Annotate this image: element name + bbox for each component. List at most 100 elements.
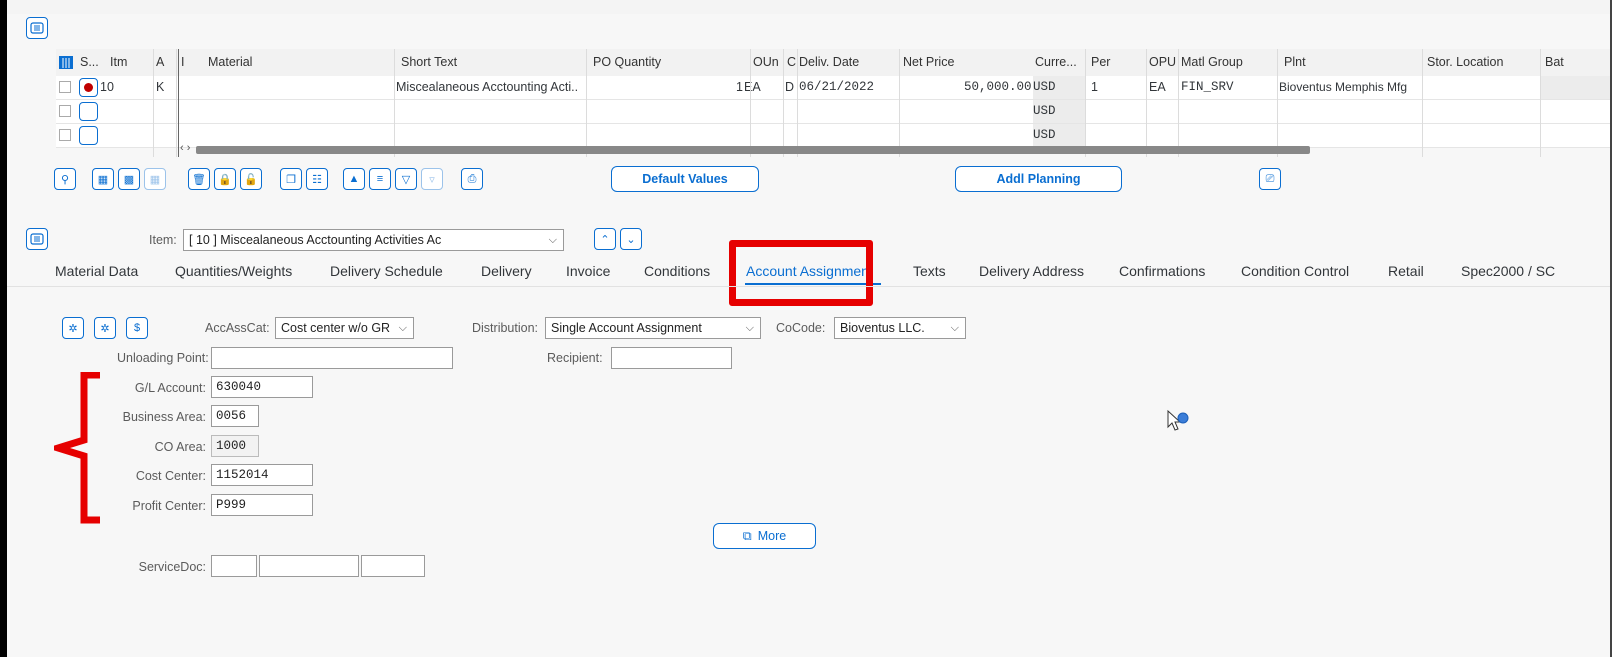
distribution-value: Single Account Assignment xyxy=(551,321,702,335)
row-status-button[interactable] xyxy=(79,78,98,97)
unloading-point-input[interactable] xyxy=(211,347,453,369)
servicedoc-input-1[interactable] xyxy=(211,555,257,577)
currency-button[interactable]: $ xyxy=(126,317,148,339)
cell-a[interactable]: K xyxy=(156,76,164,99)
tab-delivery-schedule[interactable]: Delivery Schedule xyxy=(330,260,443,282)
table-row[interactable]: 10 K Miscealaneous Acctounting Acti.. 1 … xyxy=(56,76,1610,100)
lock-icon: 🔒 xyxy=(218,173,232,186)
col-header-oun[interactable]: OUn xyxy=(753,49,779,76)
sort-ascending-button[interactable]: ▲ xyxy=(343,168,365,190)
tab-texts[interactable]: Texts xyxy=(913,260,946,282)
col-header-plnt[interactable]: Plnt xyxy=(1284,49,1306,76)
lock-button[interactable]: 🔒 xyxy=(214,168,236,190)
cell-po-quantity[interactable]: 1 xyxy=(736,76,743,99)
delete-filter-button[interactable]: ▿ xyxy=(421,168,443,190)
cost-center-input[interactable]: 1152014 xyxy=(211,464,313,486)
accasscat-select[interactable]: Cost center w/o GR ⌵ xyxy=(275,317,414,339)
table-row[interactable]: USD xyxy=(56,100,1610,124)
col-header-a[interactable]: A xyxy=(156,49,164,76)
row-checkbox[interactable] xyxy=(59,129,71,141)
gl-account-input[interactable]: 630040 xyxy=(211,376,313,398)
servicedoc-input-3[interactable] xyxy=(361,555,425,577)
multiple-account-assignment-button[interactable]: ✲ xyxy=(62,317,84,339)
col-header-po-quantity[interactable]: PO Quantity xyxy=(593,49,661,76)
col-header-material[interactable]: Material xyxy=(208,49,252,76)
col-header-currency[interactable]: Curre... xyxy=(1035,49,1077,76)
tab-material-data[interactable]: Material Data xyxy=(55,260,138,282)
cell-net-price[interactable]: 50,000.00 xyxy=(964,76,1032,99)
row-checkbox[interactable] xyxy=(59,105,71,117)
document-icon: ⎙ xyxy=(467,172,477,185)
tab-invoice[interactable]: Invoice xyxy=(566,260,610,282)
collapse-item-overview-button[interactable] xyxy=(26,17,48,39)
col-header-short-text[interactable]: Short Text xyxy=(401,49,457,76)
distribution-select[interactable]: Single Account Assignment ⌵ xyxy=(545,317,761,339)
table-row[interactable]: USD xyxy=(56,124,1610,148)
copy-button[interactable]: ❐ xyxy=(280,168,302,190)
tab-spec2000-sc[interactable]: Spec2000 / SC xyxy=(1461,260,1555,282)
row-status-button[interactable] xyxy=(79,126,98,145)
tab-conditions[interactable]: Conditions xyxy=(644,260,710,282)
profit-center-label: Profit Center: xyxy=(132,499,206,513)
recipient-input[interactable] xyxy=(611,347,732,369)
row-checkbox[interactable] xyxy=(59,81,71,93)
default-values-button[interactable]: Default Values xyxy=(611,166,759,192)
item-select[interactable]: [ 10 ] Miscealaneous Acctounting Activit… xyxy=(183,229,564,251)
col-header-matl-group[interactable]: Matl Group xyxy=(1181,49,1243,76)
cell-per[interactable]: 1 xyxy=(1091,76,1098,99)
more-functions-button[interactable]: ⎚ xyxy=(1259,168,1281,190)
sort-descending-button[interactable]: ≡ xyxy=(369,168,391,190)
tab-delivery-address[interactable]: Delivery Address xyxy=(979,260,1084,282)
tab-quantities-weights[interactable]: Quantities/Weights xyxy=(175,260,292,282)
magnifier-icon: ⚲ xyxy=(60,173,70,186)
select-all-button[interactable]: ▦ xyxy=(92,168,114,190)
scroll-arrows-icon[interactable]: ‹ › xyxy=(180,142,190,154)
export-button[interactable]: ⎙ xyxy=(461,168,483,190)
more-button[interactable]: ⧉ More xyxy=(713,523,816,549)
cell-itm[interactable]: 10 xyxy=(100,76,114,99)
cell-c[interactable]: D xyxy=(785,76,794,99)
settings-grid-button[interactable]: ☷ xyxy=(306,168,328,190)
details-button[interactable]: ⚲ xyxy=(54,168,76,190)
col-header-i[interactable]: I xyxy=(181,49,184,76)
deselect-all-button[interactable]: ▦ xyxy=(144,168,166,190)
col-header-status[interactable]: S... xyxy=(80,49,99,76)
horizontal-scrollbar[interactable] xyxy=(196,146,1310,154)
table-settings-icon[interactable] xyxy=(59,56,73,69)
tab-delivery[interactable]: Delivery xyxy=(481,260,532,282)
delete-button[interactable]: 🗑 xyxy=(188,168,210,190)
highlight-box xyxy=(729,240,873,306)
previous-item-button[interactable]: ⌃ xyxy=(594,228,616,250)
tab-condition-control[interactable]: Condition Control xyxy=(1241,260,1349,282)
cocode-select[interactable]: Bioventus LLC. ⌵ xyxy=(834,317,966,339)
cell-deliv-date[interactable]: 06/21/2022 xyxy=(799,76,874,99)
cell-short-text[interactable]: Miscealaneous Acctounting Acti.. xyxy=(396,76,586,99)
row-status-button[interactable] xyxy=(79,102,98,121)
cell-oun[interactable]: EA xyxy=(744,76,761,99)
col-header-bat[interactable]: Bat xyxy=(1545,49,1564,76)
accasscat-label: AccAssCat: xyxy=(205,321,270,335)
profit-center-input[interactable]: P999 xyxy=(211,494,313,516)
col-header-deliv-date[interactable]: Deliv. Date xyxy=(799,49,859,76)
col-header-c[interactable]: C xyxy=(787,49,796,76)
cell-opu[interactable]: EA xyxy=(1149,76,1166,99)
col-header-per[interactable]: Per xyxy=(1091,49,1110,76)
cell-matl-group[interactable]: FIN_SRV xyxy=(1181,76,1234,99)
tab-retail[interactable]: Retail xyxy=(1388,260,1424,282)
col-header-itm[interactable]: Itm xyxy=(110,49,127,76)
tab-confirmations[interactable]: Confirmations xyxy=(1119,260,1205,282)
cell-plnt[interactable]: Bioventus Memphis Mfg xyxy=(1279,76,1407,99)
col-header-opu[interactable]: OPU xyxy=(1149,49,1176,76)
account-assignment-wizard-button[interactable]: ✲ xyxy=(94,317,116,339)
addl-planning-button[interactable]: Addl Planning xyxy=(955,166,1122,192)
filter-button[interactable]: ▽ xyxy=(395,168,417,190)
servicedoc-input-2[interactable] xyxy=(259,555,359,577)
unlock-button[interactable]: 🔓 xyxy=(240,168,262,190)
col-header-net-price[interactable]: Net Price xyxy=(903,49,954,76)
col-header-stor-location[interactable]: Stor. Location xyxy=(1427,49,1503,76)
collapse-item-detail-button[interactable] xyxy=(26,228,48,250)
business-area-input[interactable]: 0056 xyxy=(211,405,259,427)
select-block-button[interactable]: ▩ xyxy=(118,168,140,190)
col-divider xyxy=(783,49,784,157)
next-item-button[interactable]: ⌄ xyxy=(620,228,642,250)
